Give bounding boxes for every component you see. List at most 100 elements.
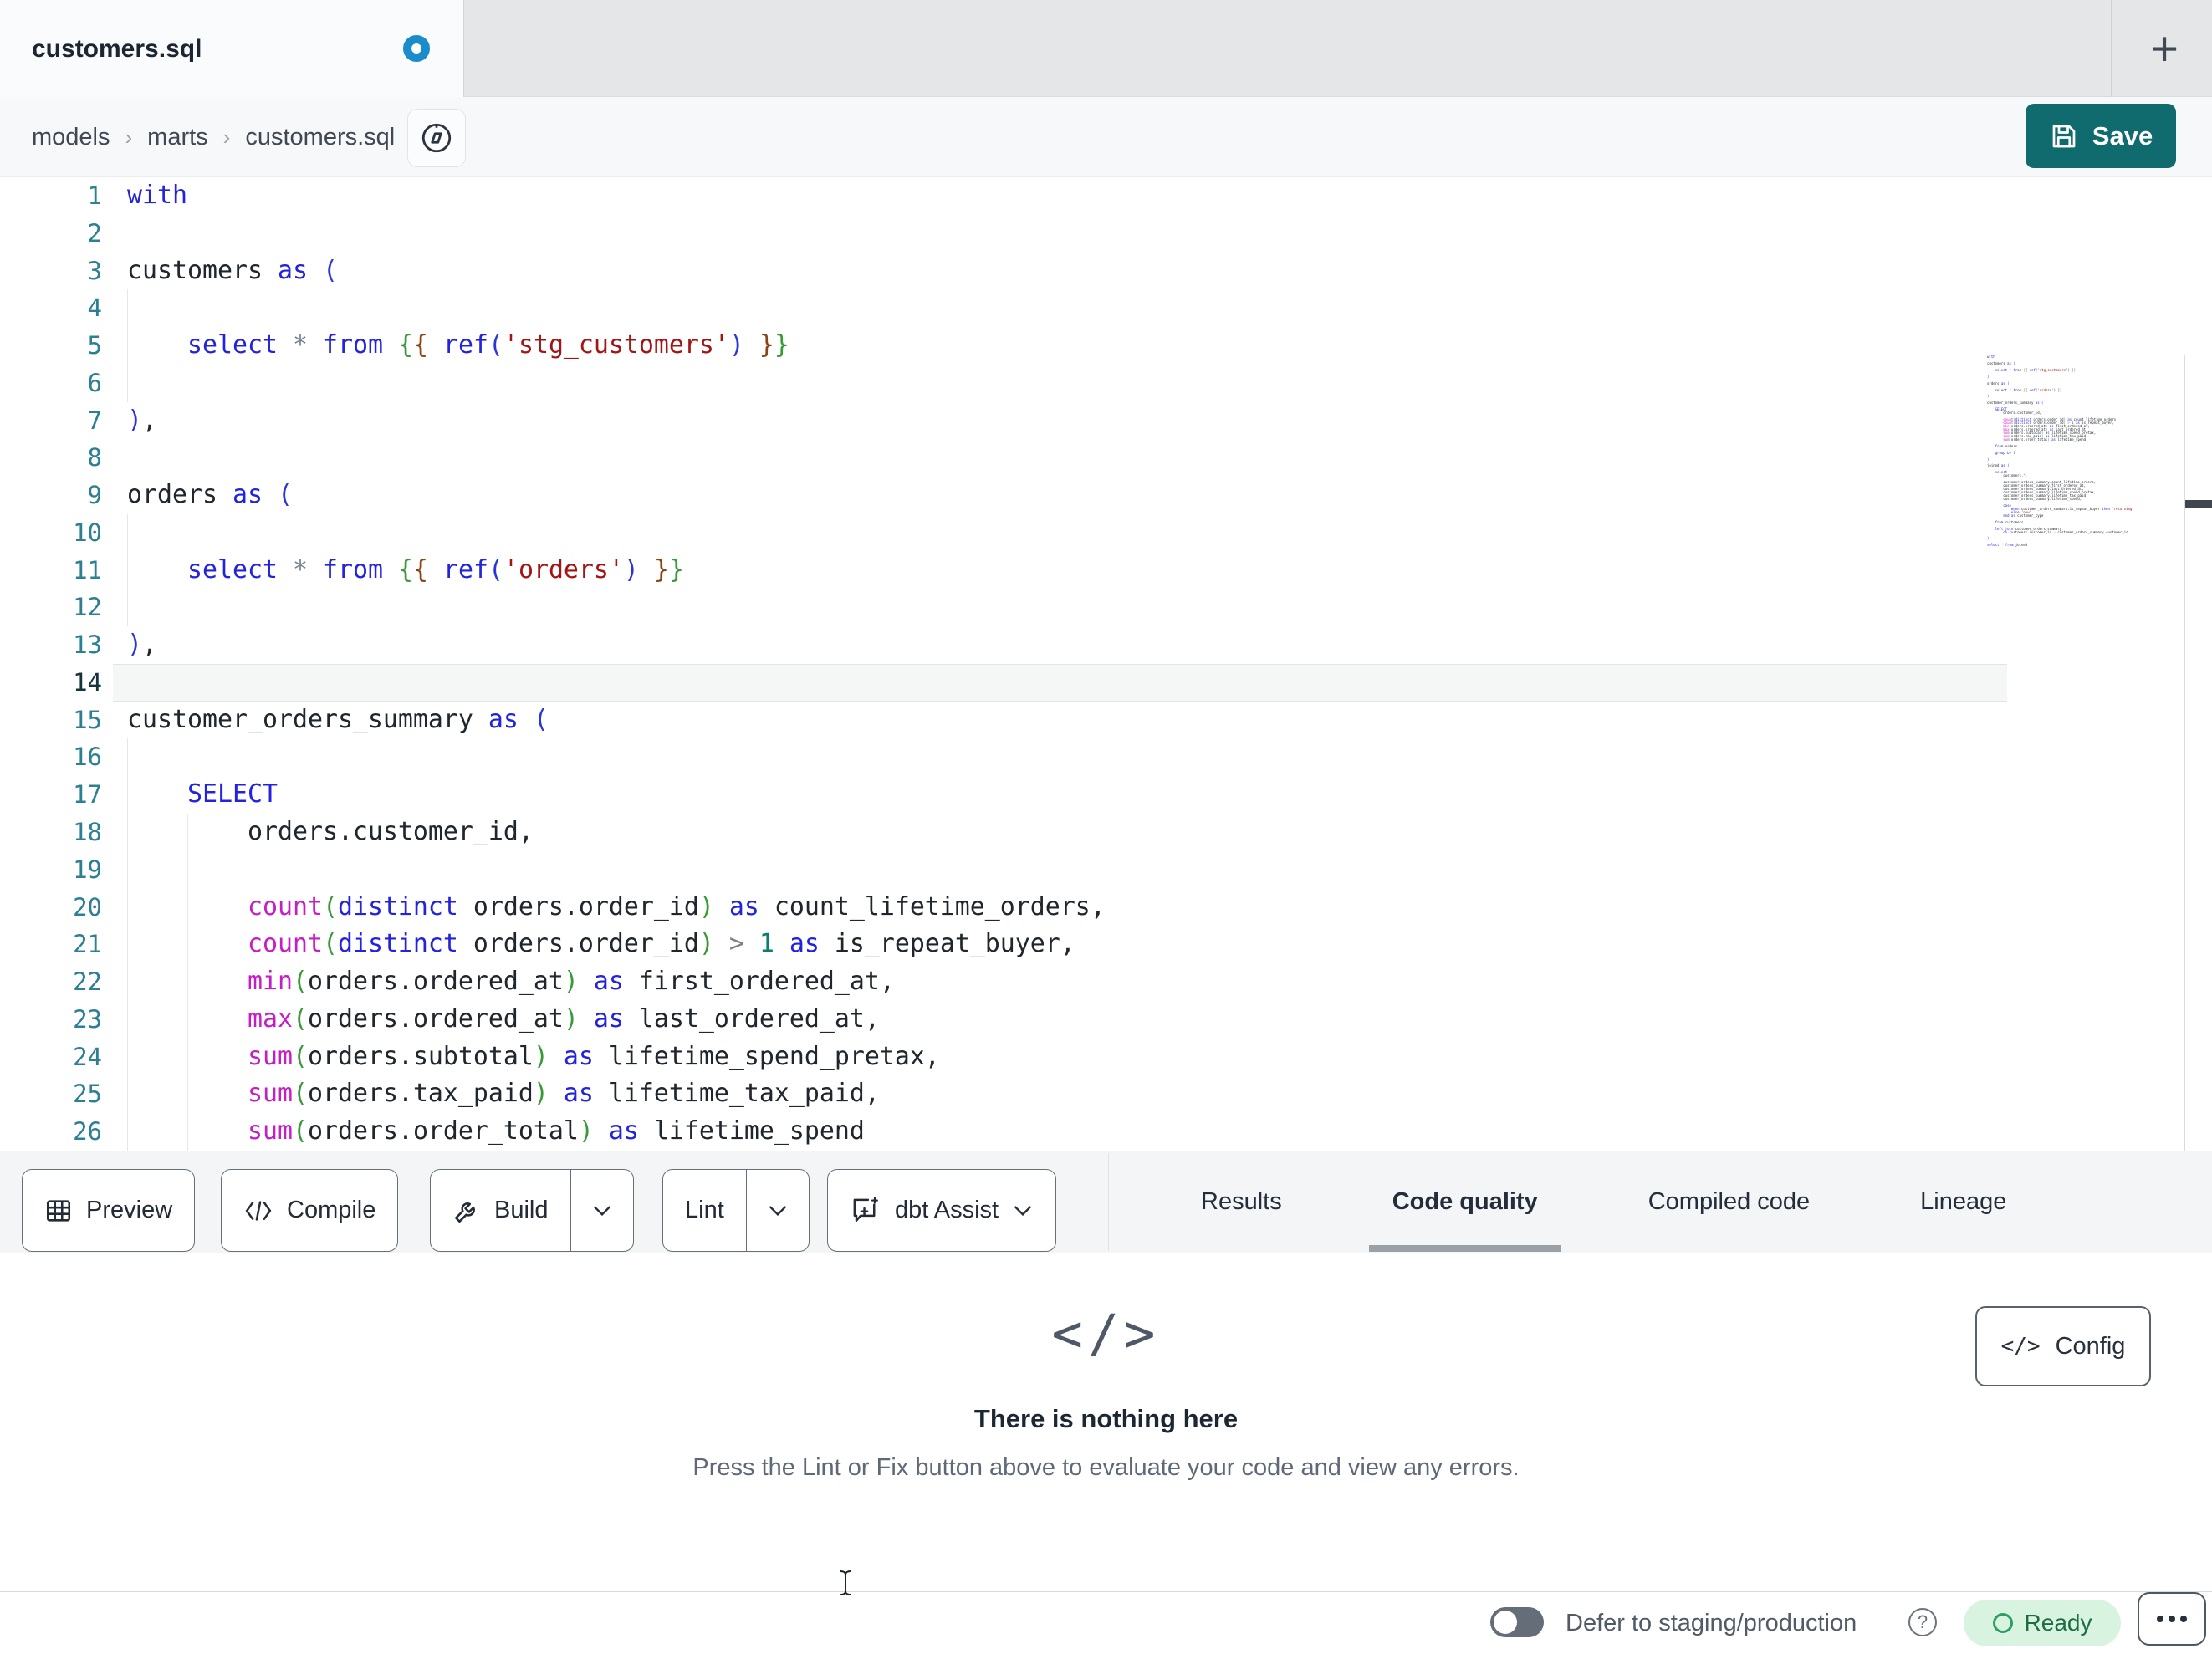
code-line[interactable]: 9 orders as ( (0, 477, 2212, 514)
minimap-line: select * from joined (1987, 543, 2028, 548)
code-text: orders.customer_id, (127, 817, 534, 847)
line-number: 18 (73, 818, 102, 847)
code-line[interactable]: 6 (0, 364, 2212, 402)
ready-status-badge: Ready (1964, 1600, 2121, 1646)
editor-right-divider (2184, 355, 2185, 1151)
preview-button-label: Preview (86, 1197, 173, 1223)
code-line[interactable]: 20 count(distinct orders.order_id) as co… (0, 888, 2212, 927)
code-line[interactable]: 15 customer_orders_summary as ( (0, 702, 2212, 739)
code-brackets-icon (243, 1198, 273, 1223)
question-circle-icon[interactable]: ? (1908, 1608, 1937, 1636)
tab-compiled-code[interactable]: Compiled code (1625, 1151, 1833, 1252)
overview-ruler-marker (2185, 500, 2212, 508)
code-line[interactable]: 22 min(orders.ordered_at) as first_order… (0, 963, 2212, 1001)
tab-results[interactable]: Results (1178, 1151, 1305, 1252)
wrench-icon (452, 1197, 481, 1225)
code-text: ), (127, 405, 157, 435)
breadcrumb-separator: › (222, 124, 231, 150)
code-line[interactable]: 19 (0, 850, 2212, 889)
dbt-assist-button[interactable]: dbt Assist (827, 1169, 1057, 1252)
code-line[interactable]: 14 (0, 663, 2212, 702)
code-line[interactable]: 24 sum(orders.subtotal) as lifetime_spen… (0, 1038, 2212, 1076)
tabbar-divider (2111, 0, 2112, 97)
compile-button[interactable]: Compile (221, 1169, 399, 1252)
code-line[interactable]: 7), (0, 402, 2212, 440)
more-options-button[interactable] (2138, 1592, 2206, 1646)
tab-code-quality[interactable]: Code quality (1368, 1151, 1561, 1252)
code-text: orders as ( (127, 480, 293, 510)
code-quality-panel: </> There is nothing here Press the Lint… (0, 1253, 2212, 1591)
codegen-button[interactable] (407, 109, 466, 167)
ellipsis-icon (2157, 1616, 2163, 1622)
file-tab-title: customers.sql (32, 34, 202, 63)
code-line[interactable]: 4 (0, 289, 2212, 328)
code-line[interactable]: 2 (0, 215, 2212, 253)
code-line[interactable]: 26 sum(orders.order_total) as lifetime_s… (0, 1113, 2212, 1151)
text-cursor-pointer (836, 1569, 855, 1597)
code-text: SELECT (186, 779, 278, 809)
line-number: 1 (87, 181, 102, 210)
indent-guide (186, 850, 188, 889)
code-line[interactable]: 25 sum(orders.tax_paid) as lifetime_tax_… (0, 1075, 2212, 1114)
code-editor[interactable]: 1 with 2 3 customers as ( 4 5 select * from {{… (0, 177, 2212, 1151)
line-number: 23 (73, 1004, 102, 1034)
code-lines: 1 with 2 3 customers as ( 4 5 select * from {{… (0, 177, 2212, 1151)
breadcrumb-models[interactable]: models (32, 124, 110, 151)
line-number: 14 (73, 667, 102, 697)
code-line[interactable]: 8 (0, 439, 2212, 477)
defer-toggle[interactable] (1490, 1607, 1544, 1637)
line-number: 20 (73, 892, 102, 921)
code-line[interactable]: 3 customers as ( (0, 253, 2212, 290)
toolbar-divider (1108, 1153, 1109, 1251)
build-button[interactable]: Build (430, 1169, 634, 1252)
code-line[interactable]: 11 select * from {{ ref('orders') }} (0, 551, 2212, 590)
preview-button[interactable]: Preview (22, 1169, 196, 1252)
code-text: select * from {{ ref('orders') }} (186, 554, 684, 585)
line-number: 24 (73, 1042, 102, 1071)
code-slash-icon: </> (1051, 1303, 1161, 1364)
code-text: min(orders.ordered_at) as first_ordered_… (247, 967, 895, 997)
breadcrumb-file: customers.sql (245, 123, 396, 151)
code-line[interactable]: 23 max(orders.ordered_at) as last_ordere… (0, 1000, 2212, 1039)
code-line[interactable]: 10 (0, 513, 2212, 552)
indent-guide (127, 364, 128, 402)
line-number: 11 (73, 555, 102, 585)
save-button[interactable]: Save (2026, 104, 2176, 168)
line-number: 2 (87, 218, 102, 248)
lint-button-label: Lint (685, 1197, 724, 1223)
ready-status-label: Ready (2024, 1610, 2092, 1636)
line-number: 21 (73, 930, 102, 959)
file-tab-customers-sql[interactable]: customers.sql (0, 0, 464, 98)
minimap[interactable]: with customers as ( select * from {{ ref… (1987, 355, 2184, 560)
line-number: 10 (73, 518, 102, 547)
indent-guide (127, 513, 128, 552)
line-number: 4 (87, 294, 102, 323)
code-line[interactable]: 16 (0, 738, 2212, 777)
build-dropdown-button[interactable] (570, 1170, 633, 1251)
lint-dropdown-button[interactable] (745, 1170, 809, 1251)
code-line[interactable]: 13), (0, 626, 2212, 664)
code-line[interactable]: 17 SELECT (0, 776, 2212, 814)
breadcrumb-marts[interactable]: marts (147, 124, 208, 151)
code-line[interactable]: 21 count(distinct orders.order_id) > 1 a… (0, 926, 2212, 964)
config-button-label: Config (2055, 1332, 2126, 1360)
code-text: sum(orders.order_total) as lifetime_spen… (247, 1116, 865, 1146)
status-ring-icon (1992, 1613, 2013, 1633)
tab-lineage[interactable]: Lineage (1897, 1151, 2030, 1252)
lint-button[interactable]: Lint (662, 1169, 810, 1252)
new-tab-button[interactable]: + (2129, 13, 2199, 84)
table-grid-icon (44, 1197, 73, 1225)
code-line[interactable]: 1 with (0, 177, 2212, 215)
code-line[interactable]: 18 orders.customer_id, (0, 814, 2212, 851)
code-text: sum(orders.subtotal) as lifetime_spend_p… (247, 1041, 940, 1071)
line-number: 5 (87, 331, 102, 360)
code-line[interactable]: 12 (0, 589, 2212, 627)
empty-state-subtitle: Press the Lint or Fix button above to ev… (692, 1454, 1520, 1481)
breadcrumb-bar: models › marts › customers.sql Save (0, 97, 2212, 177)
config-button[interactable]: </> Config (1975, 1306, 2151, 1386)
status-bar: Defer to staging/production ? Ready (0, 1591, 2212, 1653)
code-line[interactable]: 5 select * from {{ ref('stg_customers') … (0, 327, 2212, 365)
dbt-assist-button-label: dbt Assist (895, 1197, 999, 1223)
unsaved-changes-dot-icon (403, 35, 430, 62)
action-toolbar: Preview Compile Build Lint dbt Assist Re… (0, 1151, 2212, 1253)
